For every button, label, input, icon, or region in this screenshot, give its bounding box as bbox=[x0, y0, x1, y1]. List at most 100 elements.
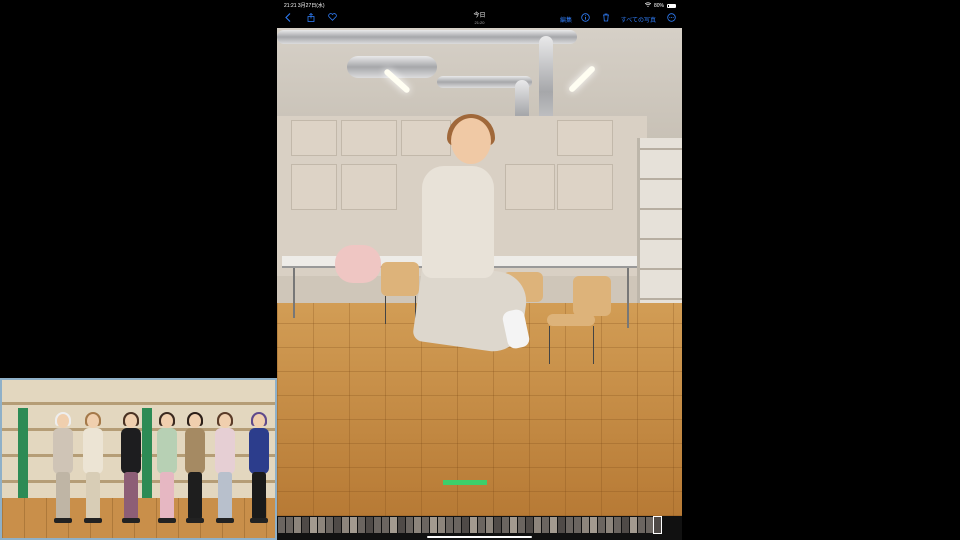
photo-thumbnail[interactable] bbox=[510, 517, 517, 533]
member-face bbox=[189, 414, 201, 428]
studio-member bbox=[212, 412, 238, 526]
photo-thumbnail[interactable] bbox=[558, 517, 565, 533]
photo-thumbnail[interactable] bbox=[590, 517, 597, 533]
chair-leg bbox=[593, 326, 594, 364]
all-photos-button[interactable]: すべての写真 bbox=[621, 15, 656, 24]
chair bbox=[573, 276, 611, 316]
member-top bbox=[121, 428, 141, 474]
photo-thumbnail[interactable] bbox=[542, 517, 549, 533]
photo-thumbnail[interactable] bbox=[606, 517, 613, 533]
battery-percent: 80% bbox=[653, 2, 664, 9]
member-face bbox=[125, 414, 137, 428]
photo-thumbnail[interactable] bbox=[318, 517, 325, 533]
photo-thumbnail[interactable] bbox=[622, 517, 629, 533]
photo-thumbnail[interactable] bbox=[646, 517, 653, 533]
studio-member bbox=[246, 412, 272, 526]
photo-thumbnail[interactable] bbox=[526, 517, 533, 533]
photo-thumbnail[interactable] bbox=[358, 517, 365, 533]
photo-thumbnail[interactable] bbox=[382, 517, 389, 533]
photo-thumbnail[interactable] bbox=[638, 517, 645, 533]
member-top bbox=[83, 428, 103, 474]
more-button[interactable] bbox=[667, 13, 676, 24]
ipad-photos-screen: 21:21 3月27日(水) 80% 今日 21:20 編集 すべての写真 bbox=[277, 0, 682, 540]
photo-thumbnail[interactable] bbox=[438, 517, 445, 533]
photo-thumbnail[interactable] bbox=[653, 516, 662, 534]
photo-thumbnail[interactable] bbox=[398, 517, 405, 533]
photo-thumbnail[interactable] bbox=[294, 517, 301, 533]
photo-thumbnail[interactable] bbox=[534, 517, 541, 533]
shelf bbox=[640, 238, 682, 240]
photo-thumbnail[interactable] bbox=[574, 517, 581, 533]
member-legs bbox=[188, 472, 202, 520]
photo-thumbnail[interactable] bbox=[334, 517, 341, 533]
photo-thumbnail[interactable] bbox=[302, 517, 309, 533]
photo-thumbnail[interactable] bbox=[550, 517, 557, 533]
photo-thumbnail[interactable] bbox=[374, 517, 381, 533]
member-top bbox=[215, 428, 235, 474]
member-legs bbox=[124, 472, 138, 520]
member-face bbox=[57, 414, 69, 428]
member-legs bbox=[252, 472, 266, 520]
photo-thumbnail[interactable] bbox=[478, 517, 485, 533]
photo-thumbnail[interactable] bbox=[470, 517, 477, 533]
wall-panel bbox=[291, 164, 337, 210]
member-face bbox=[219, 414, 231, 428]
shelf bbox=[640, 208, 682, 210]
photo-thumbnail[interactable] bbox=[462, 517, 469, 533]
photo-thumbnail[interactable] bbox=[414, 517, 421, 533]
edit-button[interactable]: 編集 bbox=[560, 15, 572, 24]
photo-thumbnail[interactable] bbox=[422, 517, 429, 533]
chair-leg bbox=[549, 326, 550, 364]
photo-thumbnail[interactable] bbox=[598, 517, 605, 533]
status-date: 3月27日(水) bbox=[297, 3, 325, 9]
delete-button[interactable] bbox=[602, 13, 610, 24]
photo-thumbnail[interactable] bbox=[406, 517, 413, 533]
photo-thumbnail[interactable] bbox=[566, 517, 573, 533]
info-button[interactable] bbox=[581, 13, 590, 24]
photo-thumbnail[interactable] bbox=[494, 517, 501, 533]
photo-thumbnail[interactable] bbox=[502, 517, 509, 533]
photo-thumbnail[interactable] bbox=[430, 517, 437, 533]
shelf bbox=[640, 178, 682, 180]
member-top bbox=[53, 428, 73, 474]
studio-camera-inset bbox=[0, 378, 277, 540]
member-face bbox=[253, 414, 265, 428]
info-icon bbox=[581, 13, 590, 22]
wall-panel bbox=[557, 120, 613, 156]
photo-thumbnail[interactable] bbox=[342, 517, 349, 533]
table-leg bbox=[627, 268, 629, 328]
member-shoes bbox=[186, 518, 204, 523]
wall-panel bbox=[557, 164, 613, 210]
photo-thumbnail[interactable] bbox=[630, 517, 637, 533]
status-right: 80% bbox=[644, 2, 676, 9]
photo-viewer[interactable] bbox=[277, 28, 682, 516]
photo-thumbnail[interactable] bbox=[366, 517, 373, 533]
member-shoes bbox=[54, 518, 72, 523]
photo-thumbnail[interactable] bbox=[278, 517, 285, 533]
member-legs bbox=[56, 472, 70, 520]
studio-member bbox=[118, 412, 144, 526]
photo-thumbnail[interactable] bbox=[350, 517, 357, 533]
person-sweater bbox=[422, 166, 494, 278]
bookshelf bbox=[637, 138, 682, 328]
wall-panel bbox=[341, 164, 397, 210]
chair-leg bbox=[385, 296, 386, 324]
photo-thumbnail[interactable] bbox=[390, 517, 397, 533]
photo-thumbnail[interactable] bbox=[518, 517, 525, 533]
photo-thumbnail[interactable] bbox=[486, 517, 493, 533]
photo-thumbnail[interactable] bbox=[310, 517, 317, 533]
ellipsis-icon bbox=[667, 13, 676, 22]
photo-thumbnail[interactable] bbox=[614, 517, 621, 533]
member-shoes bbox=[158, 518, 176, 523]
photo-thumbnail[interactable] bbox=[286, 517, 293, 533]
home-indicator bbox=[427, 536, 532, 538]
photo-duct bbox=[277, 30, 577, 44]
member-shoes bbox=[216, 518, 234, 523]
photo-thumbnail[interactable] bbox=[454, 517, 461, 533]
battery-icon bbox=[667, 3, 676, 8]
studio-member bbox=[154, 412, 180, 526]
wifi-icon bbox=[644, 2, 652, 9]
photo-thumbnail[interactable] bbox=[326, 517, 333, 533]
photo-thumbnail[interactable] bbox=[446, 517, 453, 533]
photo-thumbnail[interactable] bbox=[582, 517, 589, 533]
